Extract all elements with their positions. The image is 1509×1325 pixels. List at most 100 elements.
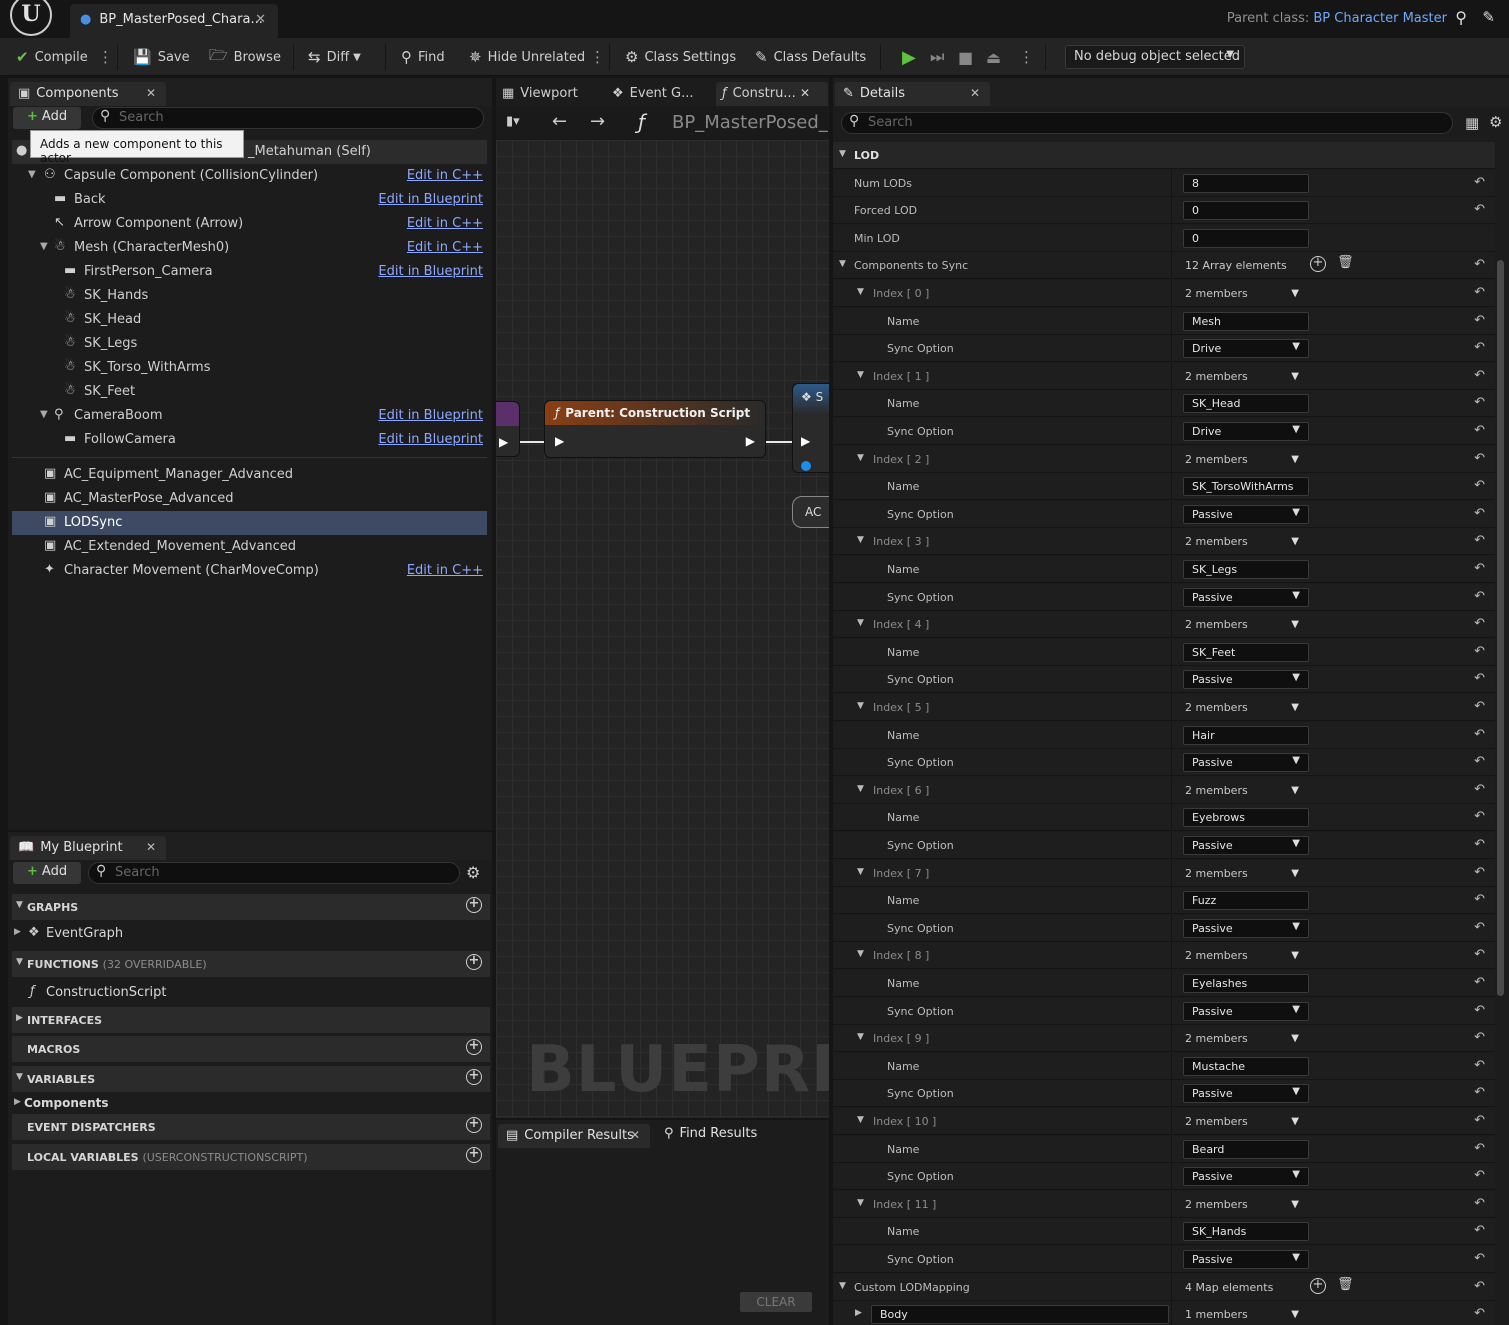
sync-option-dropdown[interactable]: Drive ▼ <box>1183 422 1309 441</box>
component-item[interactable]: ▣ AC_Equipment_Manager_Advanced <box>12 463 487 487</box>
reset-to-default-icon[interactable]: ↶ <box>1474 1141 1485 1156</box>
exec-out-pin[interactable]: ▶ <box>746 434 755 448</box>
save-button[interactable]: 💾 Save <box>133 38 190 76</box>
section-macros[interactable]: MACROS + <box>12 1036 490 1062</box>
tab-event-graph[interactable]: ❖ Event G... <box>606 82 714 106</box>
play-options-icon[interactable]: ⋮ <box>1019 38 1034 76</box>
reset-to-default-icon[interactable]: ↶ <box>1474 1030 1485 1045</box>
reset-to-default-icon[interactable]: ↶ <box>1474 202 1485 217</box>
ac-reroute-node[interactable]: AC <box>792 496 829 528</box>
compile-options-icon[interactable]: ⋮ <box>98 38 113 76</box>
reset-to-default-icon[interactable]: ↶ <box>1474 699 1485 714</box>
close-icon[interactable]: ✕ <box>970 86 980 100</box>
name-field[interactable]: SK_TorsoWithArms <box>1183 477 1309 496</box>
tree-item-back[interactable]: ▬ Back Edit in Blueprint <box>12 188 487 212</box>
array-element-sync-option[interactable]: Sync Option Passive ▼ ↶ <box>833 998 1495 1025</box>
chevron-down-icon[interactable]: ▼ <box>1291 454 1299 465</box>
map-element-0[interactable]: ▶ Body 1 members ▼ ↶ <box>833 1301 1495 1325</box>
name-field[interactable]: Eyebrows <box>1183 808 1309 827</box>
partial-node[interactable]: ❖ S ▶ <box>792 383 829 473</box>
category-lod[interactable]: ▼ LOD <box>833 142 1495 169</box>
reset-to-default-icon[interactable]: ↶ <box>1474 451 1485 466</box>
reset-to-default-icon[interactable]: ↶ <box>1474 285 1485 300</box>
close-icon[interactable]: ✕ <box>630 1128 640 1142</box>
reset-to-default-icon[interactable]: ↶ <box>1474 809 1485 824</box>
chevron-down-icon[interactable]: ▼ <box>1291 702 1299 713</box>
reset-to-default-icon[interactable]: ↶ <box>1474 1196 1485 1211</box>
clear-button[interactable]: CLEAR <box>740 1292 812 1312</box>
section-local-variables[interactable]: LOCAL VARIABLES (USERCONSTRUCTIONSCRIPT)… <box>12 1144 490 1170</box>
edit-link[interactable]: Edit in Blueprint <box>378 264 483 279</box>
tree-item-followcamera[interactable]: ▬ FollowCamera Edit in Blueprint <box>12 428 487 452</box>
graph-canvas[interactable] <box>496 140 829 1118</box>
add-circle-icon[interactable]: + <box>466 897 482 913</box>
array-element-sync-option[interactable]: Sync Option Passive ▼ ↶ <box>833 501 1495 528</box>
add-circle-icon[interactable]: + <box>466 1069 482 1085</box>
chevron-down-icon[interactable]: ▼ <box>1291 288 1299 299</box>
sync-option-dropdown[interactable]: Passive ▼ <box>1183 1250 1309 1269</box>
reset-to-default-icon[interactable]: ↶ <box>1474 644 1485 659</box>
close-icon[interactable]: ✕ <box>255 12 266 27</box>
sync-option-dropdown[interactable]: Passive ▼ <box>1183 753 1309 772</box>
component-item[interactable]: ▣ AC_MasterPose_Advanced <box>12 487 487 511</box>
components-tab[interactable]: ▣ Components ✕ <box>10 82 166 106</box>
reset-to-default-icon[interactable]: ↶ <box>1474 616 1485 631</box>
reset-to-default-icon[interactable]: ↶ <box>1474 1085 1485 1100</box>
edit-link[interactable]: Edit in Blueprint <box>378 432 483 447</box>
array-element-8[interactable]: ▼ Index [ 8 ] 2 members ▼ ↶ <box>833 942 1495 969</box>
add-component-button[interactable]: + Add <box>13 107 81 129</box>
tree-item-sk-hands[interactable]: ☃ SK_Hands <box>12 284 487 308</box>
reset-to-default-icon[interactable]: ↶ <box>1474 257 1485 272</box>
reset-to-default-icon[interactable]: ↶ <box>1474 1058 1485 1073</box>
min-lod-field[interactable]: 0 <box>1183 229 1309 248</box>
compile-button[interactable]: ✔ Compile <box>16 38 88 76</box>
sync-option-dropdown[interactable]: Drive ▼ <box>1183 339 1309 358</box>
add-circle-icon[interactable]: + <box>466 1147 482 1163</box>
property-custom-lod-mapping[interactable]: ▼ Custom LODMapping 4 Map elements + 🗑 ↶ <box>833 1274 1495 1301</box>
property-num-lods[interactable]: Num LODs 8 ↶ <box>833 170 1495 197</box>
array-element-sync-option[interactable]: Sync Option Drive ▼ ↶ <box>833 335 1495 362</box>
add-member-button[interactable]: + Add <box>13 862 81 884</box>
array-element-sync-option[interactable]: Sync Option Passive ▼ ↶ <box>833 584 1495 611</box>
name-field[interactable]: SK_Legs <box>1183 560 1309 579</box>
gear-icon[interactable]: ⚙ <box>466 863 480 882</box>
tree-item-sk-feet[interactable]: ☃ SK_Feet <box>12 380 487 404</box>
reset-to-default-icon[interactable]: ↶ <box>1474 1168 1485 1183</box>
bookmark-icon[interactable]: ▮▾ <box>506 114 520 129</box>
details-search-input[interactable]: ⚲ Search <box>841 112 1453 134</box>
stop-icon[interactable]: ■ <box>958 38 973 76</box>
reset-to-default-icon[interactable]: ↶ <box>1474 1003 1485 1018</box>
name-field[interactable]: SK_Feet <box>1183 643 1309 662</box>
name-field[interactable]: Beard <box>1183 1140 1309 1159</box>
reset-to-default-icon[interactable]: ↶ <box>1474 1113 1485 1128</box>
tab-find-results[interactable]: ⚲ Find Results <box>664 1126 757 1141</box>
array-element-sync-option[interactable]: Sync Option Passive ▼ ↶ <box>833 1246 1495 1273</box>
sync-option-dropdown[interactable]: Passive ▼ <box>1183 1002 1309 1021</box>
array-element-sync-option[interactable]: Sync Option Passive ▼ ↶ <box>833 1163 1495 1190</box>
reset-to-default-icon[interactable]: ↶ <box>1474 727 1485 742</box>
hide-unrelated-options-icon[interactable]: ⋮ <box>590 38 605 76</box>
array-element-4[interactable]: ▼ Index [ 4 ] 2 members ▼ ↶ <box>833 611 1495 638</box>
reset-to-default-icon[interactable]: ↶ <box>1474 947 1485 962</box>
diff-button[interactable]: ⇆ Diff ▼ <box>308 38 361 76</box>
reset-to-default-icon[interactable]: ↶ <box>1474 920 1485 935</box>
step-icon[interactable]: ⏭ <box>930 38 944 76</box>
map-key-field[interactable]: Body <box>871 1305 1169 1324</box>
array-element-name[interactable]: Name SK_TorsoWithArms ↶ <box>833 473 1495 500</box>
graph-item-eventgraph[interactable]: ▶ ❖ EventGraph <box>12 922 490 946</box>
reset-to-default-icon[interactable]: ↶ <box>1474 340 1485 355</box>
array-element-name[interactable]: Name Mesh ↶ <box>833 308 1495 335</box>
chevron-down-icon[interactable]: ▼ <box>1291 1116 1299 1127</box>
function-item-constructionscript[interactable]: ƒ ConstructionScript <box>12 981 490 1005</box>
reset-to-default-icon[interactable]: ↶ <box>1474 175 1485 190</box>
variable-category-components[interactable]: ▶ Components <box>12 1092 490 1116</box>
trash-icon[interactable]: 🗑 <box>1337 255 1354 270</box>
exec-in-pin[interactable]: ▶ <box>801 434 810 448</box>
array-element-name[interactable]: Name Eyelashes ↶ <box>833 970 1495 997</box>
tab-compiler-results[interactable]: ▤ Compiler Results ✕ <box>498 1124 650 1148</box>
edit-link[interactable]: Edit in C++ <box>407 168 483 183</box>
class-settings-button[interactable]: ⚙ Class Settings <box>625 38 736 76</box>
array-element-7[interactable]: ▼ Index [ 7 ] 2 members ▼ ↶ <box>833 860 1495 887</box>
array-element-name[interactable]: Name SK_Legs ↶ <box>833 556 1495 583</box>
array-element-sync-option[interactable]: Sync Option Passive ▼ ↶ <box>833 1080 1495 1107</box>
